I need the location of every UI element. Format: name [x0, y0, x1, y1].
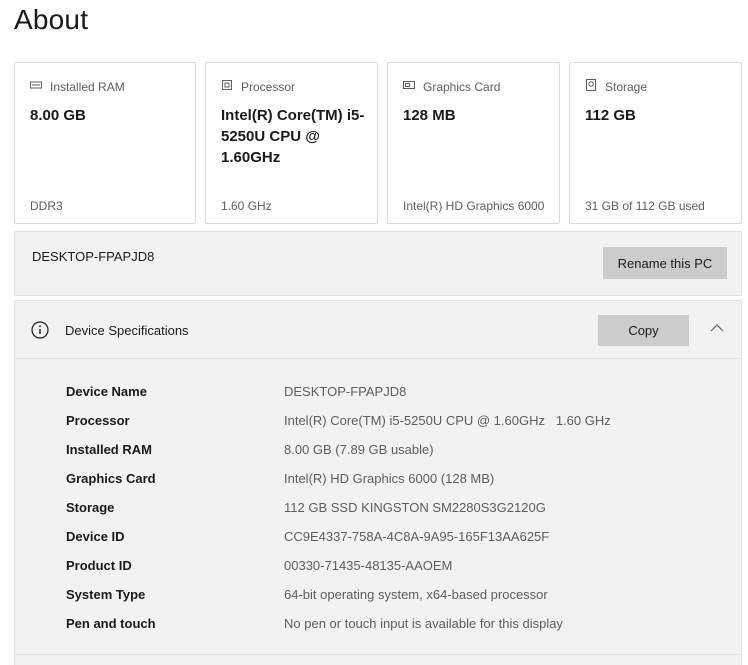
- card-value: 112 GB: [585, 107, 636, 124]
- spec-label: Processor: [66, 412, 130, 428]
- card-sub: 1.60 GHz: [221, 199, 272, 213]
- graphics-card-icon: [403, 79, 415, 94]
- card-label: Installed RAM: [50, 79, 125, 94]
- processor-icon: [221, 79, 233, 94]
- pc-name: DESKTOP-FPAPJD8: [32, 249, 155, 264]
- card-sub: Intel(R) HD Graphics 6000: [403, 199, 545, 213]
- spec-value: No pen or touch input is available for t…: [284, 615, 563, 631]
- spec-label: Graphics Card: [66, 470, 156, 486]
- spec-value: 64-bit operating system, x64-based proce…: [284, 586, 548, 602]
- copy-button[interactable]: Copy: [598, 315, 689, 346]
- ram-icon: [30, 79, 42, 94]
- rename-pc-section: DESKTOP-FPAPJD8 Rename this PC: [14, 231, 742, 296]
- card-value: 128 MB: [403, 107, 456, 124]
- spec-value: CC9E4337-758A-4C8A-9A95-165F13AA625F: [284, 528, 550, 544]
- spec-row-system-type: System Type 64-bit operating system, x64…: [66, 584, 548, 604]
- device-specifications-header[interactable]: Device Specifications Copy: [15, 301, 741, 359]
- spec-value: DESKTOP-FPAPJD8: [284, 383, 407, 399]
- spec-label: Pen and touch: [66, 615, 156, 631]
- spec-row-product-id: Product ID 00330-71435-48135-AAOEM: [66, 555, 452, 575]
- card-value: 8.00 GB: [30, 107, 86, 124]
- chevron-up-icon[interactable]: [710, 323, 724, 333]
- divider: [14, 654, 742, 655]
- card-value: Intel(R) Core(TM) i5-5250U CPU @ 1.60GHz: [221, 107, 365, 166]
- spec-label: Installed RAM: [66, 441, 152, 457]
- spec-label: Storage: [66, 499, 115, 515]
- card-installed-ram: Installed RAM 8.00 GB DDR3: [14, 62, 196, 224]
- info-icon: [31, 321, 49, 339]
- spec-value: 00330-71435-48135-AAOEM: [284, 557, 453, 573]
- spec-row-pen-and-touch: Pen and touch No pen or touch input is a…: [66, 613, 563, 633]
- spec-value: 112 GB SSD KINGSTON SM2280S3G2120G: [284, 499, 546, 515]
- card-label: Graphics Card: [423, 79, 501, 94]
- spec-row-installed-ram: Installed RAM 8.00 GB (7.89 GB usable): [66, 439, 434, 459]
- spec-label: System Type: [66, 586, 146, 602]
- card-label: Processor: [241, 79, 296, 94]
- card-sub: 31 GB of 112 GB used: [585, 199, 705, 213]
- spec-row-device-id: Device ID CC9E4337-758A-4C8A-9A95-165F13…: [66, 526, 549, 546]
- spec-value: Intel(R) HD Graphics 6000 (128 MB): [284, 470, 495, 486]
- device-specifications-title: Device Specifications: [65, 323, 189, 338]
- spec-value: Intel(R) Core(TM) i5-5250U CPU @ 1.60GHz…: [284, 412, 611, 428]
- summary-cards: Installed RAM 8.00 GB DDR3 Processor Int…: [14, 62, 742, 224]
- card-storage: Storage 112 GB 31 GB of 112 GB used: [569, 62, 742, 224]
- spec-row-storage: Storage 112 GB SSD KINGSTON SM2280S3G212…: [66, 497, 546, 517]
- device-specifications-panel: Device Specifications Copy Device Name D…: [14, 300, 742, 665]
- spec-value: 8.00 GB (7.89 GB usable): [284, 441, 434, 457]
- card-graphics-card: Graphics Card 128 MB Intel(R) HD Graphic…: [387, 62, 560, 224]
- rename-pc-button[interactable]: Rename this PC: [603, 247, 727, 279]
- card-processor: Processor Intel(R) Core(TM) i5-5250U CPU…: [205, 62, 378, 224]
- spec-label: Product ID: [66, 557, 132, 573]
- spec-row-processor: Processor Intel(R) Core(TM) i5-5250U CPU…: [66, 410, 611, 430]
- card-label: Storage: [605, 79, 648, 94]
- spec-row-device-name: Device Name DESKTOP-FPAPJD8: [66, 381, 406, 401]
- storage-icon: [585, 79, 597, 94]
- spec-label: Device ID: [66, 528, 125, 544]
- card-sub: DDR3: [30, 199, 63, 213]
- spec-label: Device Name: [66, 383, 147, 399]
- spec-row-graphics-card: Graphics Card Intel(R) HD Graphics 6000 …: [66, 468, 494, 488]
- page-title: About: [14, 4, 89, 35]
